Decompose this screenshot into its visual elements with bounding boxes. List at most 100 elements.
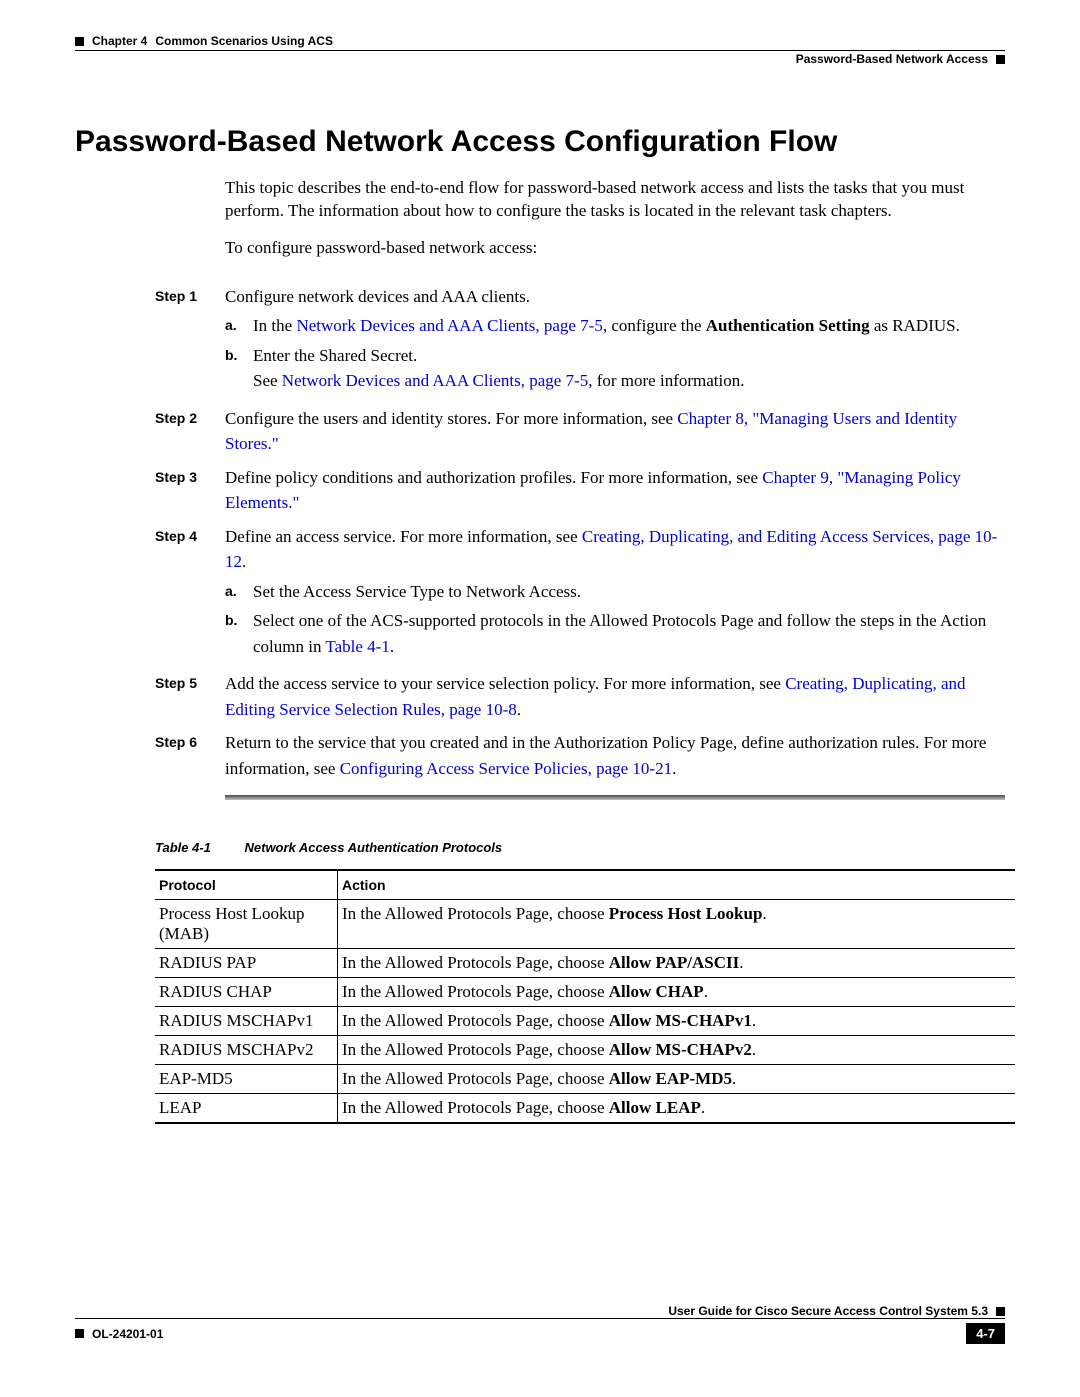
- text-fragment: Enter the Shared Secret.: [253, 343, 1005, 369]
- link-network-devices[interactable]: Network Devices and AAA Clients, page 7-…: [296, 316, 602, 335]
- running-header: Chapter 4 Common Scenarios Using ACS Pas…: [75, 30, 1005, 55]
- text-bold: Authentication Setting: [706, 316, 870, 335]
- cell-protocol: RADIUS CHAP: [155, 978, 338, 1007]
- step-label: Step 6: [155, 730, 209, 781]
- table-header-row: Protocol Action: [155, 870, 1015, 900]
- text-bold: Allow CHAP: [609, 982, 704, 1001]
- header-square-icon: [996, 55, 1005, 64]
- step-1-sub-b: b. Enter the Shared Secret. See Network …: [225, 343, 1005, 394]
- text-fragment: .: [739, 953, 743, 972]
- cell-protocol: RADIUS MSCHAPv1: [155, 1007, 338, 1036]
- table-caption: Table 4-1 Network Access Authentication …: [155, 840, 1005, 855]
- cell-action: In the Allowed Protocols Page, choose Al…: [338, 1065, 1016, 1094]
- intro-paragraph-1: This topic describes the end-to-end flow…: [225, 177, 1005, 223]
- intro-paragraph-2: To configure password-based network acce…: [225, 237, 1005, 260]
- footer-square-icon: [996, 1307, 1005, 1316]
- page-number-box: 4-7: [966, 1323, 1005, 1344]
- text-fragment: as RADIUS.: [870, 316, 960, 335]
- link-table-4-1[interactable]: Table 4-1: [325, 637, 389, 656]
- sub-letter: b.: [225, 608, 243, 659]
- sub-letter: a.: [225, 579, 243, 605]
- cell-action: In the Allowed Protocols Page, choose Al…: [338, 1007, 1016, 1036]
- text-fragment: See: [253, 371, 282, 390]
- chapter-label: Chapter 4: [92, 34, 147, 48]
- step-label: Step 3: [155, 465, 209, 516]
- cell-protocol: EAP-MD5: [155, 1065, 338, 1094]
- header-square-icon: [75, 37, 84, 46]
- running-footer: User Guide for Cisco Secure Access Contr…: [75, 1304, 1005, 1344]
- text-bold: Allow PAP/ASCII: [609, 953, 740, 972]
- cell-protocol: RADIUS PAP: [155, 949, 338, 978]
- cell-protocol: RADIUS MSCHAPv2: [155, 1036, 338, 1065]
- footer-square-icon: [75, 1329, 84, 1338]
- cell-protocol: LEAP: [155, 1094, 338, 1124]
- text-fragment: In the Allowed Protocols Page, choose: [342, 1040, 609, 1059]
- sub-letter: a.: [225, 313, 243, 339]
- cell-action: In the Allowed Protocols Page, choose Al…: [338, 949, 1016, 978]
- text-fragment: Configure the users and identity stores.…: [225, 409, 677, 428]
- text-fragment: .: [752, 1040, 756, 1059]
- step-body: Configure network devices and AAA client…: [225, 284, 1005, 398]
- step-6: Step 6 Return to the service that you cr…: [155, 730, 1005, 781]
- link-access-service-policies[interactable]: Configuring Access Service Policies, pag…: [340, 759, 672, 778]
- section-divider: [225, 795, 1005, 800]
- table-row: Process Host Lookup (MAB) In the Allowed…: [155, 900, 1015, 949]
- sub-text: Set the Access Service Type to Network A…: [253, 579, 1005, 605]
- text-bold: Process Host Lookup: [609, 904, 763, 923]
- text-fragment: .: [517, 700, 521, 719]
- table-row: LEAP In the Allowed Protocols Page, choo…: [155, 1094, 1015, 1124]
- link-network-devices[interactable]: Network Devices and AAA Clients, page 7-…: [282, 371, 588, 390]
- cell-protocol: Process Host Lookup (MAB): [155, 900, 338, 949]
- text-fragment: In the: [253, 316, 296, 335]
- table-row: RADIUS CHAP In the Allowed Protocols Pag…: [155, 978, 1015, 1007]
- sub-text: Select one of the ACS-supported protocol…: [253, 608, 1005, 659]
- step-1: Step 1 Configure network devices and AAA…: [155, 284, 1005, 398]
- col-protocol: Protocol: [155, 870, 338, 900]
- section-title: Password-Based Network Access: [796, 52, 988, 66]
- col-action: Action: [338, 870, 1016, 900]
- table-number: Table 4-1: [155, 840, 211, 855]
- text-fragment: In the Allowed Protocols Page, choose: [342, 1011, 609, 1030]
- step-3: Step 3 Define policy conditions and auth…: [155, 465, 1005, 516]
- sub-text: In the Network Devices and AAA Clients, …: [253, 313, 1005, 339]
- cell-action: In the Allowed Protocols Page, choose Pr…: [338, 900, 1016, 949]
- text-fragment: Define policy conditions and authorizati…: [225, 468, 762, 487]
- guide-title: User Guide for Cisco Secure Access Contr…: [668, 1304, 988, 1318]
- footer-rule: [75, 1318, 1005, 1319]
- step-body: Define policy conditions and authorizati…: [225, 465, 1005, 516]
- text-bold: Allow EAP-MD5: [609, 1069, 732, 1088]
- text-fragment: In the Allowed Protocols Page, choose: [342, 953, 609, 972]
- step-label: Step 1: [155, 284, 209, 398]
- text-fragment: , configure the: [603, 316, 706, 335]
- text-bold: Allow MS-CHAPv1: [609, 1011, 752, 1030]
- chapter-title: Common Scenarios Using ACS: [155, 34, 333, 48]
- header-rule: [75, 50, 1005, 51]
- text-fragment: Add the access service to your service s…: [225, 674, 785, 693]
- protocols-table: Protocol Action Process Host Lookup (MAB…: [155, 869, 1015, 1124]
- step-body: Configure the users and identity stores.…: [225, 406, 1005, 457]
- text-fragment: .: [242, 552, 246, 571]
- step-label: Step 2: [155, 406, 209, 457]
- step-body: Define an access service. For more infor…: [225, 524, 1005, 664]
- intro-block: This topic describes the end-to-end flow…: [225, 177, 1005, 260]
- text-fragment: .: [752, 1011, 756, 1030]
- cell-action: In the Allowed Protocols Page, choose Al…: [338, 1094, 1016, 1124]
- sub-text: Enter the Shared Secret. See Network Dev…: [253, 343, 1005, 394]
- step-body: Add the access service to your service s…: [225, 671, 1005, 722]
- table-row: RADIUS MSCHAPv2 In the Allowed Protocols…: [155, 1036, 1015, 1065]
- text-bold: Allow MS-CHAPv2: [609, 1040, 752, 1059]
- header-right: Password-Based Network Access: [796, 52, 1005, 66]
- text-bold: Allow LEAP: [609, 1098, 701, 1117]
- step-body: Return to the service that you created a…: [225, 730, 1005, 781]
- table-row: RADIUS MSCHAPv1 In the Allowed Protocols…: [155, 1007, 1015, 1036]
- text-fragment: .: [701, 1098, 705, 1117]
- text-fragment: In the Allowed Protocols Page, choose: [342, 1069, 609, 1088]
- step-2: Step 2 Configure the users and identity …: [155, 406, 1005, 457]
- doc-id: OL-24201-01: [92, 1327, 163, 1341]
- text-fragment: In the Allowed Protocols Page, choose: [342, 982, 609, 1001]
- text-fragment: .: [704, 982, 708, 1001]
- cell-action: In the Allowed Protocols Page, choose Al…: [338, 978, 1016, 1007]
- text-fragment: , for more information.: [588, 371, 744, 390]
- step-1-sub-a: a. In the Network Devices and AAA Client…: [225, 313, 1005, 339]
- step-1-text: Configure network devices and AAA client…: [225, 284, 1005, 310]
